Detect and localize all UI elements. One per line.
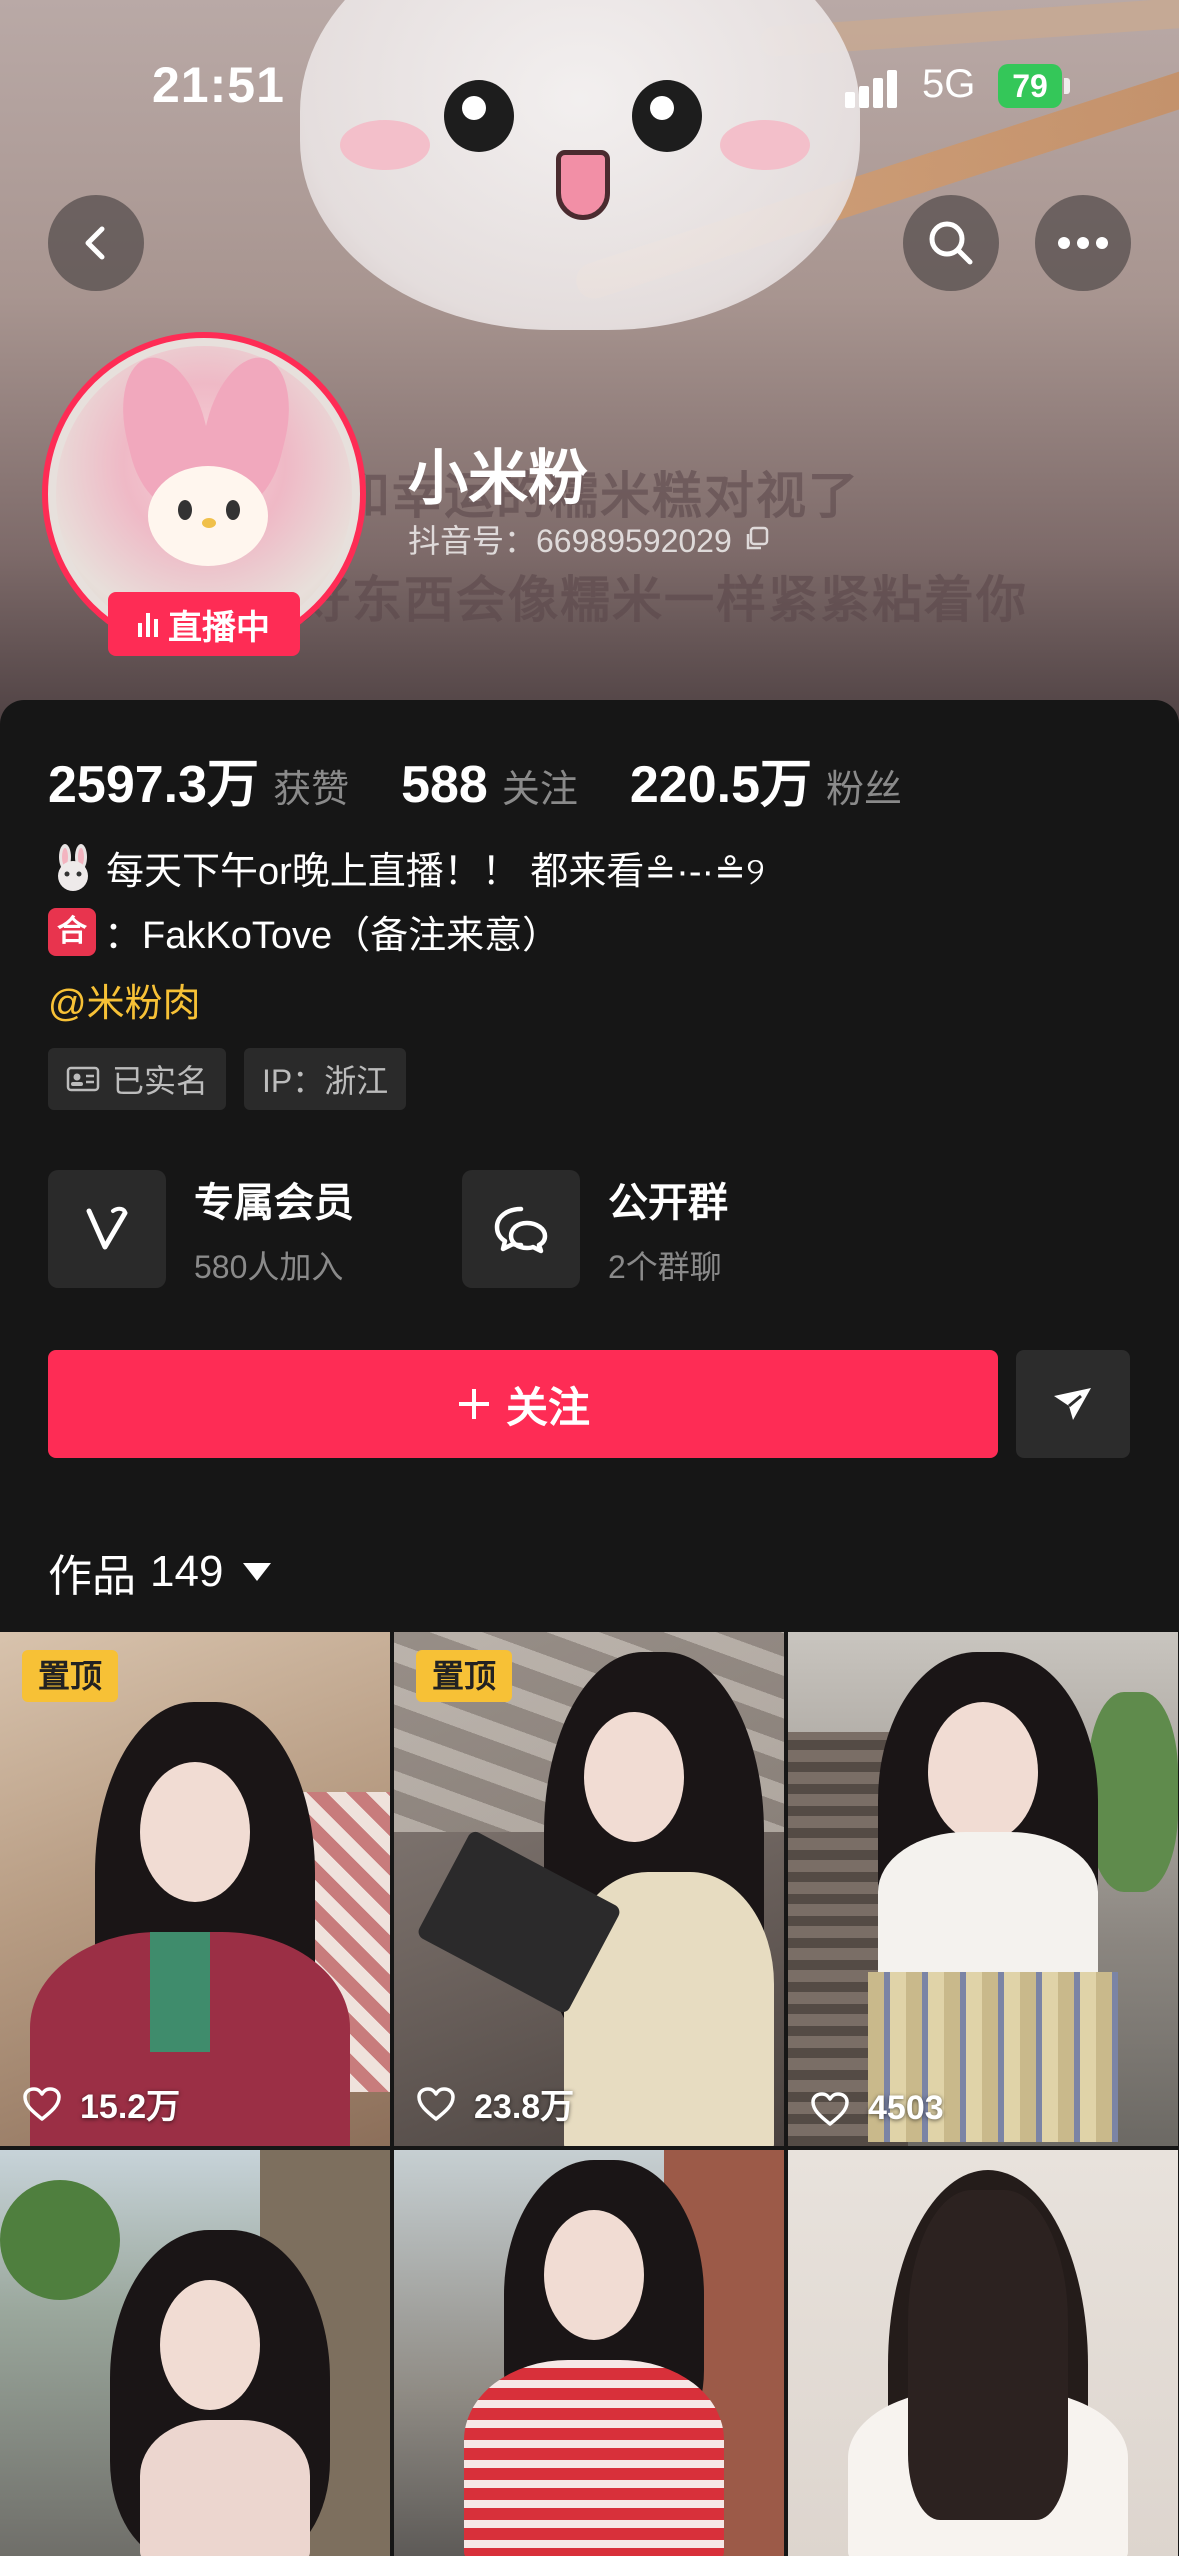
member-title: 专属会员 — [194, 1181, 354, 1225]
search-icon — [929, 221, 973, 265]
video-likes: 4503 — [810, 2089, 944, 2128]
more-button[interactable] — [1035, 195, 1131, 291]
v-member-icon — [86, 1206, 128, 1250]
banner-caption: 好东西会像糯米一样紧紧粘着你 — [300, 572, 1028, 628]
group-entry[interactable]: 公开群 2个群聊 — [462, 1170, 728, 1288]
thumbnail-person — [140, 1762, 250, 1902]
follow-button-label: 关注 — [505, 1383, 590, 1431]
works-tab-label: 作品 — [48, 1552, 136, 1601]
video-thumbnail[interactable] — [0, 2150, 390, 2556]
heart-icon — [811, 2091, 849, 2126]
caret-down-icon — [243, 1563, 272, 1581]
banner-illustration — [340, 120, 430, 170]
likes-label: 获赞 — [273, 769, 350, 811]
signal-icon — [845, 68, 905, 108]
cooperation-emoji-icon: 合 — [48, 907, 96, 956]
video-thumbnail[interactable] — [788, 2150, 1178, 2556]
followers-count[interactable]: 220.5万 — [630, 742, 812, 817]
network-label: 5G — [922, 62, 976, 106]
send-icon — [1054, 1388, 1091, 1420]
member-entry[interactable]: 专属会员 580人加入 — [48, 1170, 354, 1288]
ip-tag: IP：浙江 — [244, 1048, 407, 1110]
banner-illustration — [720, 120, 810, 170]
video-likes: 23.8万 — [416, 2079, 574, 2128]
thumbnail-person — [878, 1832, 1098, 1982]
bio-line-1: 每天下午or晚上直播！！ 都来看≗·-·≗୨ — [48, 840, 765, 895]
heart-icon — [23, 2086, 61, 2121]
profile-info-card: 2597.3万 获赞 588 关注 220.5万 粉丝 每天下午or晚上直播！！… — [0, 700, 1179, 1700]
plus-icon — [458, 1389, 489, 1419]
following-count[interactable]: 588 — [401, 755, 488, 815]
avatar-detail — [148, 466, 268, 566]
video-thumbnail[interactable]: 4503 — [788, 1632, 1178, 2146]
douyin-id[interactable]: 抖音号：66989592029 — [408, 516, 770, 562]
banner-illustration — [632, 80, 702, 152]
battery-icon: 79 — [998, 64, 1062, 108]
verified-tag-label: 已实名 — [112, 1063, 209, 1099]
douyin-id-text: 抖音号：66989592029 — [408, 523, 732, 559]
avatar-detail — [178, 500, 192, 520]
following-label[interactable]: 关注 — [502, 758, 578, 813]
live-badge-label: 直播中 — [168, 608, 270, 647]
group-subtitle: 2个群聊 — [608, 1249, 722, 1285]
thumbnail-person — [928, 1702, 1038, 1842]
avatar-detail — [226, 500, 240, 520]
video-thumbnail[interactable]: 置顶 23.8万 — [394, 1632, 784, 2146]
status-time: 21:51 — [152, 57, 285, 113]
bio-line-2: 合 ：FakKoTove（备注来意） — [48, 904, 560, 959]
thumbnail-person — [160, 2280, 260, 2410]
video-likes-count: 4503 — [868, 2089, 944, 2127]
share-button[interactable] — [1016, 1350, 1130, 1458]
group-icon-box — [462, 1170, 580, 1288]
bio-text: 每天下午or晚上直播！！ 都来看≗·-·≗୨ — [106, 851, 765, 893]
bio-text: ：FakKoTove（备注来意） — [104, 915, 561, 957]
thumbnail-person — [140, 2420, 310, 2556]
pinned-badge: 置顶 — [22, 1650, 118, 1702]
tags-row: 已实名 IP：浙江 — [48, 1048, 407, 1110]
likes-count: 2597.3万 — [48, 756, 260, 814]
video-likes: 15.2万 — [22, 2079, 180, 2128]
more-icon — [1058, 237, 1108, 249]
avatar-detail — [202, 518, 216, 528]
follow-button[interactable]: 关注 — [48, 1350, 998, 1458]
followers-label[interactable]: 粉丝 — [826, 758, 902, 813]
thumbnail-person — [464, 2360, 724, 2556]
thumbnail-scenery — [0, 2180, 120, 2300]
thumbnail-person — [150, 1932, 210, 2052]
chevron-left-icon — [85, 226, 105, 260]
search-button[interactable] — [903, 195, 999, 291]
thumbnail-scenery — [1088, 1692, 1178, 1892]
pinned-badge: 置顶 — [416, 1650, 512, 1702]
heart-icon — [417, 2086, 455, 2121]
video-likes-count: 23.8万 — [474, 2088, 575, 2126]
thumbnail-person — [584, 1712, 684, 1842]
copy-icon[interactable] — [744, 526, 770, 552]
live-badge[interactable]: 直播中 — [108, 592, 300, 656]
works-tab[interactable]: 作品 149 — [48, 1540, 272, 1604]
profile-nickname: 小米粉 — [408, 445, 588, 512]
rabbit-emoji-icon — [58, 843, 88, 891]
member-subtitle: 580人加入 — [194, 1249, 344, 1285]
banner-illustration — [444, 80, 514, 152]
works-count: 149 — [150, 1547, 224, 1596]
back-button[interactable] — [48, 195, 144, 291]
group-chat-icon — [494, 1206, 548, 1254]
battery-tip — [1064, 78, 1070, 94]
video-thumbnail[interactable]: 置顶 15.2万 — [0, 1632, 390, 2146]
id-card-icon — [66, 1066, 100, 1092]
member-icon-box — [48, 1170, 166, 1288]
mention-link[interactable]: @米粉肉 — [48, 972, 201, 1027]
banner-illustration — [556, 150, 610, 220]
group-title: 公开群 — [608, 1181, 728, 1225]
live-bars-icon — [138, 611, 158, 637]
thumbnail-person — [544, 2210, 644, 2340]
stats-row: 2597.3万 获赞 588 关注 220.5万 粉丝 — [48, 742, 954, 817]
video-thumbnail[interactable] — [394, 2150, 784, 2556]
verified-tag[interactable]: 已实名 — [48, 1048, 227, 1110]
ip-tag-label: IP：浙江 — [262, 1063, 389, 1099]
video-likes-count: 15.2万 — [80, 2088, 181, 2126]
thumbnail-person — [908, 2190, 1068, 2520]
